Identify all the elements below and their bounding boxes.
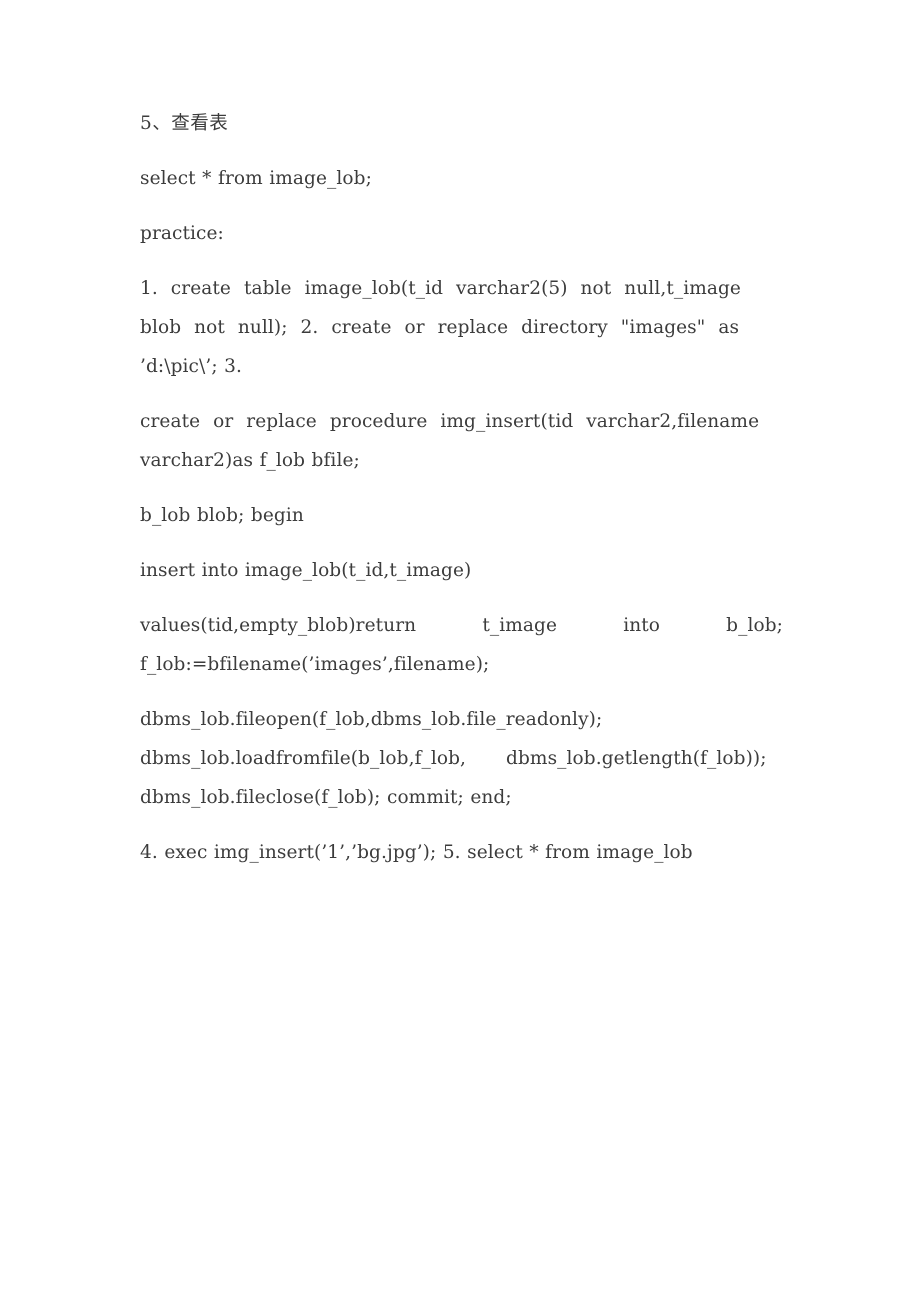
loadfromfile-part-2: dbms_lob.getlength(f_lob)); bbox=[506, 748, 767, 769]
document-content: 5、查看表 select * from image_lob; practice:… bbox=[140, 104, 783, 872]
code-line-dbms-fileopen: dbms_lob.fileopen(f_lob,dbms_lob.file_re… bbox=[140, 709, 603, 730]
paragraph-line: varchar2)as f_lob bfile; bbox=[140, 450, 360, 471]
label-practice: practice: bbox=[140, 223, 224, 244]
paragraph-line: 1. create table image_lob(t_id varchar2(… bbox=[140, 278, 741, 299]
code-line-step-4-5: 4. exec img_insert(’1’,’bg.jpg’); 5. sel… bbox=[140, 842, 693, 863]
code-line-dbms-fileclose: dbms_lob.fileclose(f_lob); commit; end; bbox=[140, 787, 512, 808]
code-line-f-lob-assign: f_lob:=bfilename(’images’,filename); bbox=[140, 654, 490, 675]
stretched-code-line: values(tid,empty_blob)return t_image int… bbox=[140, 606, 783, 645]
section-heading: 5、查看表 bbox=[140, 113, 229, 134]
paragraph-line: blob not null); 2. create or replace dir… bbox=[140, 317, 740, 338]
paragraph-line: ’d:\pic\’; 3. bbox=[140, 356, 242, 377]
code-line-insert-into: insert into image_lob(t_id,t_image) bbox=[140, 560, 472, 581]
paragraph-dbms-lob-block: dbms_lob.fileopen(f_lob,dbms_lob.file_re… bbox=[140, 700, 783, 817]
paragraph-create-procedure: create or replace procedure img_insert(t… bbox=[140, 402, 783, 480]
paragraph-values-return: values(tid,empty_blob)return t_image int… bbox=[140, 606, 783, 684]
segment-b-lob: b_lob; bbox=[726, 615, 783, 636]
code-line-declare-blob: b_lob blob; begin bbox=[140, 505, 304, 526]
code-line-dbms-loadfromfile: dbms_lob.loadfromfile(b_lob,f_lob, dbms_l… bbox=[140, 739, 783, 778]
paragraph-line: create or replace procedure img_insert(t… bbox=[140, 411, 760, 432]
segment-into: into bbox=[623, 615, 660, 636]
loadfromfile-part-1: dbms_lob.loadfromfile(b_lob,f_lob, bbox=[140, 748, 467, 769]
document-page: 5、查看表 select * from image_lob; practice:… bbox=[0, 0, 920, 1302]
segment-t-image: t_image bbox=[482, 615, 558, 636]
segment-values: values(tid,empty_blob)return bbox=[140, 615, 417, 636]
code-line-select-statement: select * from image_lob; bbox=[140, 168, 372, 189]
paragraph-step-1-2-3: 1. create table image_lob(t_id varchar2(… bbox=[140, 269, 783, 386]
